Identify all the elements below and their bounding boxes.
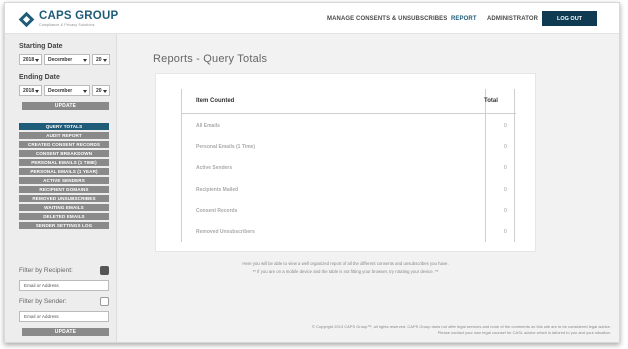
row-label-removed-unsubscribers: Removed Unsubscribers bbox=[196, 229, 255, 235]
nav-administrator[interactable]: ADMINISTRATOR bbox=[487, 3, 538, 34]
report-recipient-domains[interactable]: RECIPIENT DOMAINS bbox=[19, 186, 109, 193]
row-value-consent-records: 0 bbox=[504, 208, 507, 214]
row-label-recipients-mailed: Recipients Mailed bbox=[196, 187, 239, 193]
mobile-hint-text: ** If you are on a mobile device and the… bbox=[252, 269, 439, 274]
top-header: CAPS GROUP Compliance & Privacy Solution… bbox=[5, 3, 619, 34]
recipient-email-input[interactable]: Email or Address bbox=[19, 280, 109, 291]
page-title: Reports - Query Totals bbox=[153, 53, 268, 65]
chevron-down-icon bbox=[35, 89, 39, 93]
sidebar: Starting Date 2018 December 20 Ending Da… bbox=[5, 34, 117, 342]
copyright-line-2: Please contact your own legal counsel fo… bbox=[437, 329, 611, 335]
caps-group-logo[interactable]: CAPS GROUP Compliance & Privacy Solution… bbox=[18, 9, 119, 29]
report-waiting-emails[interactable]: WAITING EMAILS bbox=[19, 204, 109, 211]
app-window: CAPS GROUP Compliance & Privacy Solution… bbox=[4, 2, 620, 343]
report-active-senders[interactable]: ACTIVE SENDERS bbox=[19, 177, 109, 184]
end-year-select[interactable]: 2018 bbox=[19, 85, 42, 96]
column-header-total: Total bbox=[484, 98, 498, 104]
chevron-down-icon bbox=[103, 58, 107, 62]
report-removed-unsubscribes[interactable]: REMOVED UNSUBSCRIBES bbox=[19, 195, 109, 202]
report-sender-settings-log[interactable]: SENDER SETTINGS LOG bbox=[19, 222, 109, 229]
start-year-select[interactable]: 2018 bbox=[19, 54, 42, 65]
report-consent-breakdown[interactable]: CONSENT BREAKDOWN bbox=[19, 150, 109, 157]
report-audit[interactable]: AUDIT REPORT bbox=[19, 132, 109, 139]
row-label-consent-records: Consent Records bbox=[196, 208, 238, 214]
query-totals-table: Item Counted Total All Emails 0 Personal… bbox=[181, 89, 516, 242]
filter-recipient-toggle[interactable] bbox=[100, 266, 109, 275]
row-label-active-senders: Active Senders bbox=[196, 165, 233, 171]
copyright-notice: © Copyright 2013 CAPS Group™, all rights… bbox=[245, 324, 611, 335]
chevron-down-icon bbox=[83, 89, 87, 93]
sender-email-input[interactable]: Email or Address bbox=[19, 311, 109, 322]
row-value-active-senders: 0 bbox=[504, 165, 507, 171]
starting-date-label: Starting Date bbox=[19, 43, 63, 50]
start-day-select[interactable]: 20 bbox=[92, 54, 110, 65]
nav-manage-consents[interactable]: MANAGE CONSENTS & UNSUBSCRIBES bbox=[327, 3, 447, 34]
column-divider bbox=[485, 89, 486, 242]
date-update-button[interactable]: UPDATE bbox=[22, 102, 109, 110]
report-personal-emails-1-time[interactable]: PERSONAL EMAILS (1 TIME) bbox=[19, 159, 109, 166]
ending-date-label: Ending Date bbox=[19, 74, 60, 81]
report-query-totals[interactable]: QUERY TOTALS bbox=[19, 123, 109, 130]
row-label-all-emails: All Emails bbox=[196, 123, 220, 129]
end-month-select[interactable]: December bbox=[44, 85, 90, 96]
filter-sender-label: Filter by Sender: bbox=[19, 298, 67, 305]
diamond-logo-icon bbox=[18, 11, 35, 27]
logo-subtitle: Compliance & Privacy Solutions bbox=[39, 22, 95, 27]
filter-sender-toggle[interactable] bbox=[100, 297, 109, 306]
row-value-all-emails: 0 bbox=[504, 123, 507, 129]
header-divider bbox=[182, 113, 516, 114]
chevron-down-icon bbox=[35, 58, 39, 62]
filter-update-button[interactable]: UPDATE bbox=[22, 328, 109, 336]
logout-button[interactable]: LOG OUT bbox=[542, 11, 597, 26]
row-label-personal-emails: Personal Emails (1 Time) bbox=[196, 144, 256, 150]
nav-report[interactable]: REPORT bbox=[451, 3, 477, 34]
chevron-down-icon bbox=[103, 89, 107, 93]
end-day-select[interactable]: 20 bbox=[92, 85, 110, 96]
chevron-down-icon bbox=[83, 58, 87, 62]
filter-recipient-label: Filter by Recipient: bbox=[19, 267, 73, 274]
start-month-select[interactable]: December bbox=[44, 54, 90, 65]
row-value-recipients-mailed: 0 bbox=[504, 187, 507, 193]
column-header-item: Item Counted bbox=[196, 98, 235, 104]
row-value-personal-emails: 0 bbox=[504, 144, 507, 150]
row-value-removed-unsubscribers: 0 bbox=[504, 229, 507, 235]
info-text: Here you will be able to view a well org… bbox=[242, 261, 449, 266]
report-personal-emails-1-year[interactable]: PERSONAL EMAILS (1 YEAR) bbox=[19, 168, 109, 175]
report-deleted-emails[interactable]: DELETED EMAILS bbox=[19, 213, 109, 220]
logo-title: CAPS GROUP bbox=[39, 10, 119, 22]
query-totals-card: Item Counted Total All Emails 0 Personal… bbox=[155, 73, 536, 252]
report-created-consent-records[interactable]: CREATED CONSENT RECORDS bbox=[19, 141, 109, 148]
